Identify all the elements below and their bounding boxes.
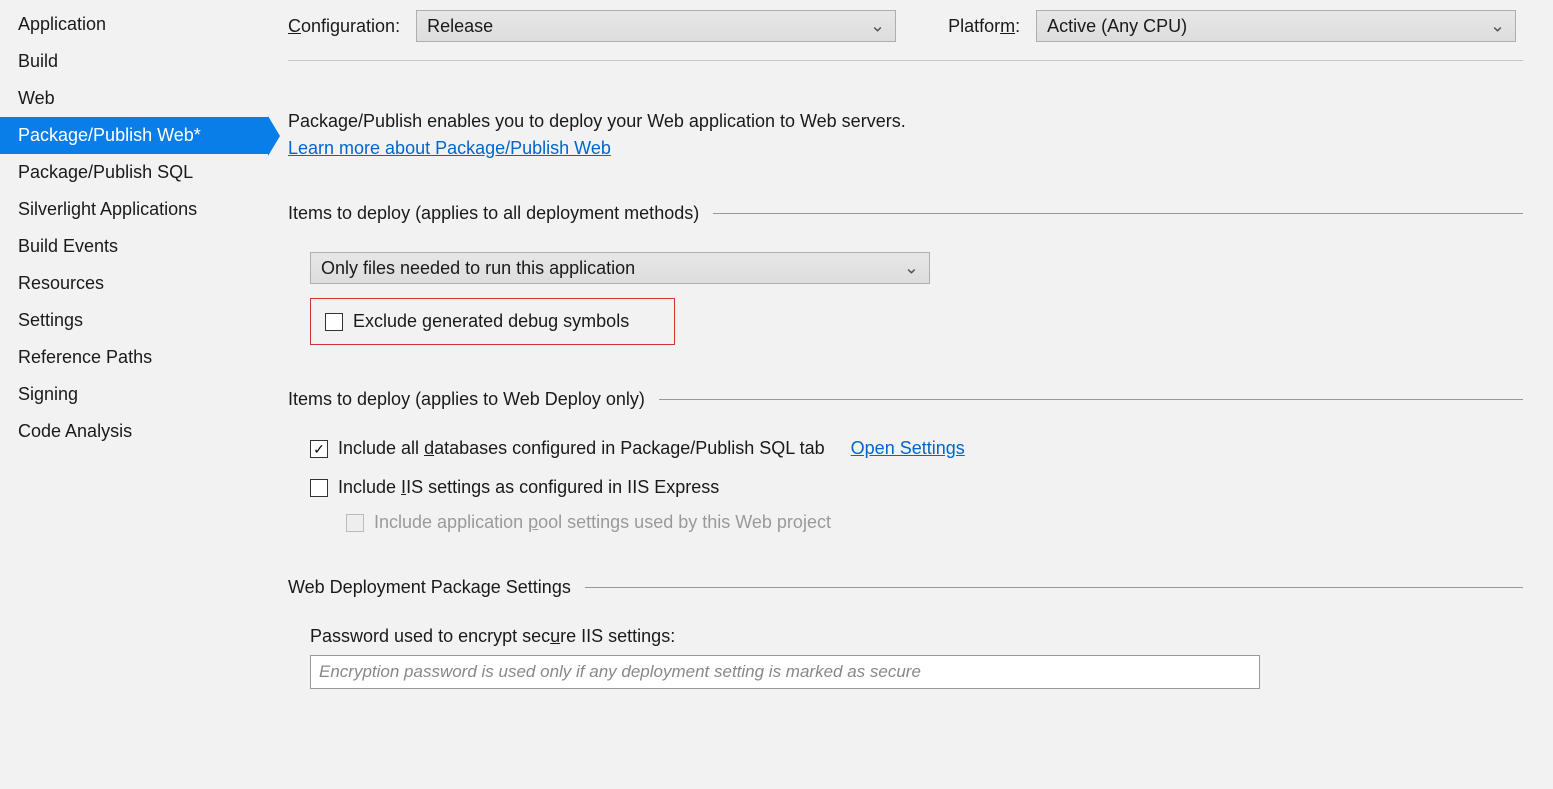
deploy-mode-value: Only files needed to run this applicatio… — [321, 258, 635, 279]
sidebar-item-settings[interactable]: Settings — [0, 302, 268, 339]
sidebar-item-resources[interactable]: Resources — [0, 265, 268, 302]
sidebar-item-application[interactable]: Application — [0, 6, 268, 43]
platform-label: Platform: — [948, 16, 1020, 37]
sidebar: Application Build Web Package/Publish We… — [0, 0, 268, 789]
main-panel: Configuration: Release ⌄ Platform: Activ… — [268, 0, 1553, 789]
deploy-mode-dropdown[interactable]: Only files needed to run this applicatio… — [310, 252, 930, 284]
sidebar-item-build-events[interactable]: Build Events — [0, 228, 268, 265]
configuration-bar: Configuration: Release ⌄ Platform: Activ… — [288, 10, 1523, 61]
section-package-settings: Web Deployment Package Settings — [288, 577, 1523, 598]
include-databases-label: Include all databases configured in Pack… — [338, 438, 825, 459]
section-title: Items to deploy (applies to all deployme… — [288, 203, 699, 224]
encryption-password-input[interactable] — [310, 655, 1260, 689]
include-databases-checkbox[interactable] — [310, 440, 328, 458]
chevron-down-icon: ⌄ — [1490, 16, 1505, 37]
chevron-down-icon: ⌄ — [870, 16, 885, 37]
include-iis-checkbox[interactable] — [310, 479, 328, 497]
section-title: Items to deploy (applies to Web Deploy o… — [288, 389, 645, 410]
sidebar-item-web[interactable]: Web — [0, 80, 268, 117]
section-items-all: Items to deploy (applies to all deployme… — [288, 203, 1523, 224]
platform-dropdown[interactable]: Active (Any CPU) ⌄ — [1036, 10, 1516, 42]
sidebar-item-package-publish-sql[interactable]: Package/Publish SQL — [0, 154, 268, 191]
platform-value: Active (Any CPU) — [1047, 16, 1187, 37]
exclude-debug-checkbox[interactable] — [325, 313, 343, 331]
divider — [713, 213, 1523, 214]
intro-text: Package/Publish enables you to deploy yo… — [288, 111, 1523, 132]
section-items-webdeploy: Items to deploy (applies to Web Deploy o… — [288, 389, 1523, 410]
section-title: Web Deployment Package Settings — [288, 577, 571, 598]
sidebar-item-reference-paths[interactable]: Reference Paths — [0, 339, 268, 376]
sidebar-item-code-analysis[interactable]: Code Analysis — [0, 413, 268, 450]
divider — [585, 587, 1523, 588]
configuration-value: Release — [427, 16, 493, 37]
exclude-debug-label: Exclude generated debug symbols — [353, 311, 629, 332]
include-iis-label: Include IIS settings as configured in II… — [338, 477, 719, 498]
sidebar-item-package-publish-web[interactable]: Package/Publish Web* — [0, 117, 268, 154]
learn-more-link[interactable]: Learn more about Package/Publish Web — [288, 138, 611, 158]
configuration-label: Configuration: — [288, 16, 400, 37]
password-label: Password used to encrypt secure IIS sett… — [310, 626, 1523, 647]
include-apppool-checkbox — [346, 514, 364, 532]
sidebar-item-build[interactable]: Build — [0, 43, 268, 80]
sidebar-item-signing[interactable]: Signing — [0, 376, 268, 413]
sidebar-item-silverlight[interactable]: Silverlight Applications — [0, 191, 268, 228]
configuration-dropdown[interactable]: Release ⌄ — [416, 10, 896, 42]
chevron-down-icon: ⌄ — [904, 258, 919, 279]
include-apppool-label: Include application pool settings used b… — [374, 512, 831, 533]
exclude-debug-highlight: Exclude generated debug symbols — [310, 298, 675, 345]
open-settings-link[interactable]: Open Settings — [851, 438, 965, 459]
divider — [659, 399, 1523, 400]
